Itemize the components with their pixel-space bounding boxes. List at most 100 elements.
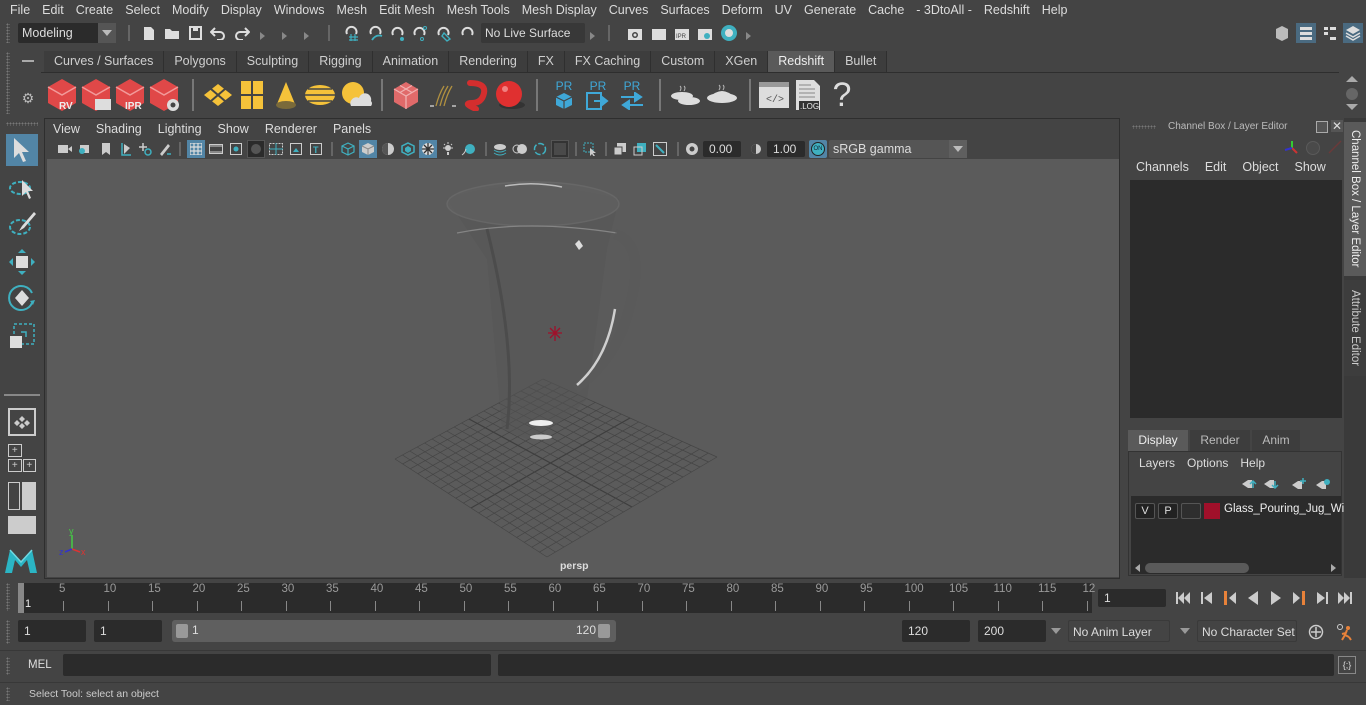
menu-select[interactable]: Select xyxy=(119,0,166,20)
collapse-arrow-icon[interactable] xyxy=(260,29,266,43)
gate-mask-icon[interactable] xyxy=(247,140,265,158)
side-tab-attribute-editor[interactable]: Attribute Editor xyxy=(1344,280,1366,376)
redshift-batch-render-icon[interactable] xyxy=(79,77,113,113)
ambient-occlusion-icon[interactable] xyxy=(459,140,477,158)
shelf-tab-xgen[interactable]: XGen xyxy=(715,51,769,72)
playback-start-field[interactable]: 1 xyxy=(94,620,162,642)
drag-grip[interactable] xyxy=(6,620,10,644)
layer-visibility-toggle[interactable]: V xyxy=(1135,503,1155,519)
tab-render[interactable]: Render xyxy=(1190,430,1250,451)
xray-active-components-icon[interactable] xyxy=(551,140,569,158)
color-management-toggle[interactable]: ON xyxy=(809,140,827,158)
select-camera-icon[interactable] xyxy=(581,140,599,158)
menu-surfaces[interactable]: Surfaces xyxy=(654,0,715,20)
redshift-log-icon[interactable]: .LOG xyxy=(793,77,823,113)
motion-blur-icon[interactable] xyxy=(631,140,649,158)
new-scene-icon[interactable] xyxy=(140,23,158,43)
show-menu[interactable]: Show xyxy=(1287,160,1334,174)
layer-playback-toggle[interactable]: P xyxy=(1158,503,1178,519)
redshift-render-settings-icon[interactable] xyxy=(147,77,181,113)
redshift-spot-light-icon[interactable] xyxy=(271,77,301,113)
redshift-pr-import-icon[interactable]: PR xyxy=(583,75,613,115)
multisample-aa-icon[interactable] xyxy=(611,140,629,158)
range-slider-bar[interactable]: 1 120 xyxy=(172,620,616,642)
field-chart-icon[interactable] xyxy=(267,140,285,158)
layer-color-swatch[interactable] xyxy=(1204,503,1220,519)
step-forward-key-icon[interactable] xyxy=(1290,589,1308,607)
layer-display-type-toggle[interactable] xyxy=(1181,503,1201,519)
channels-menu[interactable]: Channels xyxy=(1128,160,1197,174)
xray-icon[interactable] xyxy=(491,140,509,158)
lasso-tool-icon[interactable] xyxy=(6,172,38,204)
redshift-pr-swap-icon[interactable]: PR xyxy=(617,75,647,115)
menu-windows[interactable]: Windows xyxy=(268,0,331,20)
go-to-start-icon[interactable] xyxy=(1174,589,1192,607)
collapse-arrow-icon[interactable] xyxy=(304,29,310,43)
step-forward-frame-icon[interactable] xyxy=(1313,589,1331,607)
animation-start-field[interactable]: 1 xyxy=(18,620,86,642)
redshift-volume-icon[interactable] xyxy=(461,77,491,113)
shelf-menu-icon[interactable] xyxy=(1346,88,1358,100)
safe-action-icon[interactable] xyxy=(287,140,305,158)
wireframe-icon[interactable] xyxy=(339,140,357,158)
camera-select-icon[interactable] xyxy=(57,141,73,157)
resolution-gate-icon[interactable] xyxy=(227,140,245,158)
move-tool-icon[interactable] xyxy=(6,246,38,278)
collapse-arrow-icon[interactable] xyxy=(746,29,752,43)
shelf-tab-sculpting[interactable]: Sculpting xyxy=(236,51,310,72)
viewport-menu-lighting[interactable]: Lighting xyxy=(150,119,210,139)
shelf-tab-rigging[interactable]: Rigging xyxy=(309,51,373,72)
anim-layer-dropdown-icon[interactable] xyxy=(1051,628,1061,634)
open-scene-icon[interactable] xyxy=(162,23,182,43)
create-empty-layer-icon[interactable] xyxy=(1291,478,1307,490)
go-to-end-icon[interactable] xyxy=(1336,589,1354,607)
drag-grip[interactable] xyxy=(6,687,10,701)
redshift-script-icon[interactable]: </> xyxy=(757,77,791,113)
scale-tool-icon[interactable] xyxy=(6,320,38,352)
snap-to-grid-icon[interactable] xyxy=(342,23,362,43)
speed-toggle-icon[interactable] xyxy=(1306,141,1320,155)
shelf-scroll-down-icon[interactable] xyxy=(1346,104,1358,110)
menu-generate[interactable]: Generate xyxy=(798,0,862,20)
drag-grip[interactable] xyxy=(6,583,10,611)
snap-to-view-plane-icon[interactable] xyxy=(410,23,430,43)
gamma-icon[interactable] xyxy=(747,140,765,158)
animation-preferences-icon[interactable] xyxy=(1334,621,1356,643)
menu-3dtoall[interactable]: - 3DtoAll - xyxy=(910,0,978,20)
redshift-bake-all-icon[interactable] xyxy=(669,77,703,113)
hypershade-icon[interactable] xyxy=(719,23,739,43)
shadows-icon[interactable] xyxy=(439,140,457,158)
redshift-ipr-icon[interactable]: IPR xyxy=(113,77,147,113)
menu-curves[interactable]: Curves xyxy=(603,0,655,20)
script-editor-icon[interactable]: {;} xyxy=(1338,656,1356,674)
redshift-bake-icon[interactable] xyxy=(705,77,739,113)
redo-icon[interactable] xyxy=(232,23,252,43)
menu-display[interactable]: Display xyxy=(215,0,268,20)
snap-to-point-icon[interactable] xyxy=(388,23,408,43)
tab-display[interactable]: Display xyxy=(1128,430,1188,451)
attribute-editor-toggle-icon[interactable] xyxy=(1296,23,1316,43)
current-time-indicator[interactable] xyxy=(18,583,24,613)
scrollbar-thumb[interactable] xyxy=(1145,563,1249,573)
viewport-menu-view[interactable]: View xyxy=(45,119,88,139)
image-plane-icon[interactable] xyxy=(117,141,133,157)
redshift-sun-sky-icon[interactable] xyxy=(339,77,373,113)
close-panel-icon[interactable]: ✕ xyxy=(1331,120,1343,132)
channel-box-toggle-icon[interactable] xyxy=(1343,23,1363,43)
move-layer-up-icon[interactable] xyxy=(1241,478,1257,490)
edit-menu[interactable]: Edit xyxy=(1197,160,1235,174)
menu-mesh[interactable]: Mesh xyxy=(331,0,374,20)
character-set-dropdown-icon[interactable] xyxy=(1180,628,1190,634)
menu-help[interactable]: Help xyxy=(1036,0,1074,20)
exposure-icon[interactable] xyxy=(683,140,701,158)
menu-edit-mesh[interactable]: Edit Mesh xyxy=(373,0,441,20)
collapse-arrow-icon[interactable] xyxy=(282,29,288,43)
shelf-tab-rendering[interactable]: Rendering xyxy=(449,51,528,72)
character-set-select[interactable]: No Character Set xyxy=(1197,620,1297,642)
redshift-pr-proxy-export-icon[interactable]: PR xyxy=(549,75,579,115)
grease-pencil-icon[interactable] xyxy=(157,141,173,157)
bookmark-icon[interactable] xyxy=(99,141,113,157)
help-menu[interactable]: Help xyxy=(1234,456,1271,470)
isolate-select-icon[interactable] xyxy=(511,140,529,158)
collapse-arrow-icon[interactable] xyxy=(590,29,596,43)
